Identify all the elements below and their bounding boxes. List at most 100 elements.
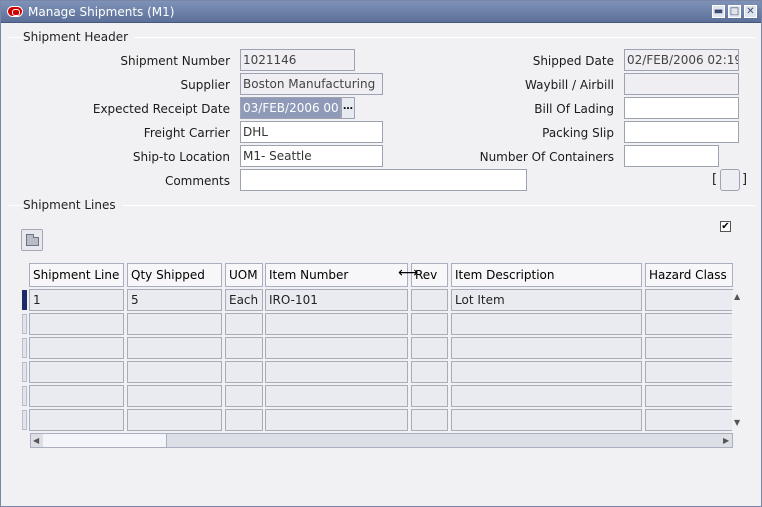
folder-icon xyxy=(26,234,39,246)
packing-slip-field[interactable] xyxy=(624,121,739,143)
comments-field[interactable] xyxy=(240,169,527,191)
cell-qty-shipped[interactable] xyxy=(127,385,222,407)
ship-to-location-field[interactable]: M1- Seattle xyxy=(240,145,383,167)
window-title: Manage Shipments (M1) xyxy=(28,5,175,19)
horizontal-scrollbar[interactable]: ◀ ▶ xyxy=(30,433,733,448)
row-indicator[interactable] xyxy=(22,314,27,334)
cell-qty-shipped[interactable] xyxy=(127,313,222,335)
cell-qty-shipped[interactable] xyxy=(127,409,222,431)
maximize-button[interactable]: □ xyxy=(728,5,741,18)
close-button[interactable]: ✕ xyxy=(744,5,757,18)
scroll-left-icon[interactable]: ◀ xyxy=(33,436,39,445)
shipment-number-label: Shipment Number xyxy=(120,54,230,68)
cell-rev[interactable] xyxy=(411,337,448,359)
shipped-date-label: Shipped Date xyxy=(532,54,614,68)
cell-item-number[interactable] xyxy=(265,361,408,383)
col-uom[interactable]: UOM xyxy=(225,263,263,287)
bill-of-lading-label: Bill Of Lading xyxy=(534,102,614,116)
open-folder-button[interactable] xyxy=(21,229,43,251)
cell-rev[interactable] xyxy=(411,361,448,383)
freight-carrier-field[interactable]: DHL xyxy=(240,121,383,143)
col-hazard-class[interactable]: Hazard Class xyxy=(645,263,733,287)
col-item-description[interactable]: Item Description xyxy=(451,263,642,287)
cell-rev[interactable] xyxy=(411,313,448,335)
cell-hazard-class[interactable] xyxy=(645,361,733,383)
cell-shipment-line[interactable] xyxy=(29,313,124,335)
number-of-containers-field[interactable] xyxy=(624,145,719,167)
bill-of-lading-field[interactable] xyxy=(624,97,739,119)
shipment-lines-title: Shipment Lines xyxy=(23,198,122,212)
title-bar[interactable]: Manage Shipments (M1) ▬ □ ✕ xyxy=(1,1,761,23)
flexfield-close-bracket: ] xyxy=(742,172,748,187)
shipment-number-field[interactable]: 1021146 xyxy=(240,49,355,71)
manage-shipments-window: Manage Shipments (M1) ▬ □ ✕ Shipment Hea… xyxy=(0,0,762,507)
row-indicator[interactable] xyxy=(22,338,27,358)
row-indicator[interactable] xyxy=(22,290,27,310)
cell-item-description[interactable] xyxy=(451,409,642,431)
flexfield-open-bracket: [ xyxy=(712,172,718,187)
col-qty-shipped[interactable]: Qty Shipped xyxy=(127,263,222,287)
expected-receipt-date-label: Expected Receipt Date xyxy=(92,102,230,116)
supplier-label: Supplier xyxy=(180,78,230,92)
scroll-down-icon[interactable]: ▼ xyxy=(734,418,740,427)
cell-shipment-line[interactable] xyxy=(29,385,124,407)
packing-slip-label: Packing Slip xyxy=(542,126,614,140)
freight-carrier-label: Freight Carrier xyxy=(143,126,230,140)
shipment-header-title: Shipment Header xyxy=(23,30,135,44)
cell-item-description[interactable] xyxy=(451,337,642,359)
col-shipment-line[interactable]: Shipment Line xyxy=(29,263,124,287)
horizontal-scroll-thumb[interactable] xyxy=(43,434,167,447)
supplier-field[interactable]: Boston Manufacturing xyxy=(240,73,383,95)
cell-item-description[interactable] xyxy=(451,361,642,383)
expected-receipt-date-field[interactable]: 03/FEB/2006 00: xyxy=(240,97,341,119)
cell-item-description[interactable]: Lot Item xyxy=(451,289,642,311)
oracle-app-icon xyxy=(7,6,23,17)
cell-uom[interactable] xyxy=(225,313,263,335)
waybill-field[interactable] xyxy=(624,73,739,95)
cell-uom[interactable] xyxy=(225,361,263,383)
vertical-scrollbar[interactable]: ▲ ▼ xyxy=(732,290,744,431)
waybill-label: Waybill / Airbill xyxy=(525,78,614,92)
shipped-date-field[interactable]: 02/FEB/2006 02:19 xyxy=(624,49,739,71)
cell-hazard-class[interactable] xyxy=(645,313,733,335)
cell-rev[interactable] xyxy=(411,385,448,407)
cell-shipment-line[interactable] xyxy=(29,361,124,383)
number-of-containers-label: Number Of Containers xyxy=(479,150,614,164)
cell-qty-shipped[interactable] xyxy=(127,337,222,359)
cell-qty-shipped[interactable]: 5 xyxy=(127,289,222,311)
cell-qty-shipped[interactable] xyxy=(127,361,222,383)
cell-shipment-line[interactable] xyxy=(29,409,124,431)
row-indicator[interactable] xyxy=(22,362,27,382)
cell-hazard-class[interactable] xyxy=(645,385,733,407)
cell-uom[interactable] xyxy=(225,409,263,431)
minimize-button[interactable]: ▬ xyxy=(712,5,725,18)
cell-uom[interactable]: Each xyxy=(225,289,263,311)
row-indicator[interactable] xyxy=(22,410,27,430)
row-indicator[interactable] xyxy=(22,386,27,406)
column-resize-cursor-icon: ⟷ xyxy=(398,265,419,281)
cell-item-number[interactable]: IRO-101 xyxy=(265,289,408,311)
scroll-up-icon[interactable]: ▲ xyxy=(734,292,740,301)
cell-rev[interactable] xyxy=(411,409,448,431)
cell-shipment-line[interactable]: 1 xyxy=(29,289,124,311)
cell-item-number[interactable] xyxy=(265,385,408,407)
comments-label: Comments xyxy=(164,174,230,188)
col-item-number[interactable]: Item Number xyxy=(265,263,408,287)
lines-checkbox[interactable]: ✔ xyxy=(720,221,731,232)
date-lov-button[interactable]: … xyxy=(341,97,355,119)
cell-item-description[interactable] xyxy=(451,313,642,335)
cell-hazard-class[interactable] xyxy=(645,289,733,311)
cell-rev[interactable] xyxy=(411,289,448,311)
cell-item-number[interactable] xyxy=(265,337,408,359)
descriptive-flexfield[interactable] xyxy=(720,169,740,191)
cell-uom[interactable] xyxy=(225,337,263,359)
cell-item-description[interactable] xyxy=(451,385,642,407)
scroll-right-icon[interactable]: ▶ xyxy=(723,436,729,445)
cell-shipment-line[interactable] xyxy=(29,337,124,359)
cell-hazard-class[interactable] xyxy=(645,409,733,431)
cell-item-number[interactable] xyxy=(265,313,408,335)
cell-hazard-class[interactable] xyxy=(645,337,733,359)
cell-uom[interactable] xyxy=(225,385,263,407)
cell-item-number[interactable] xyxy=(265,409,408,431)
ship-to-location-label: Ship-to Location xyxy=(132,150,230,164)
